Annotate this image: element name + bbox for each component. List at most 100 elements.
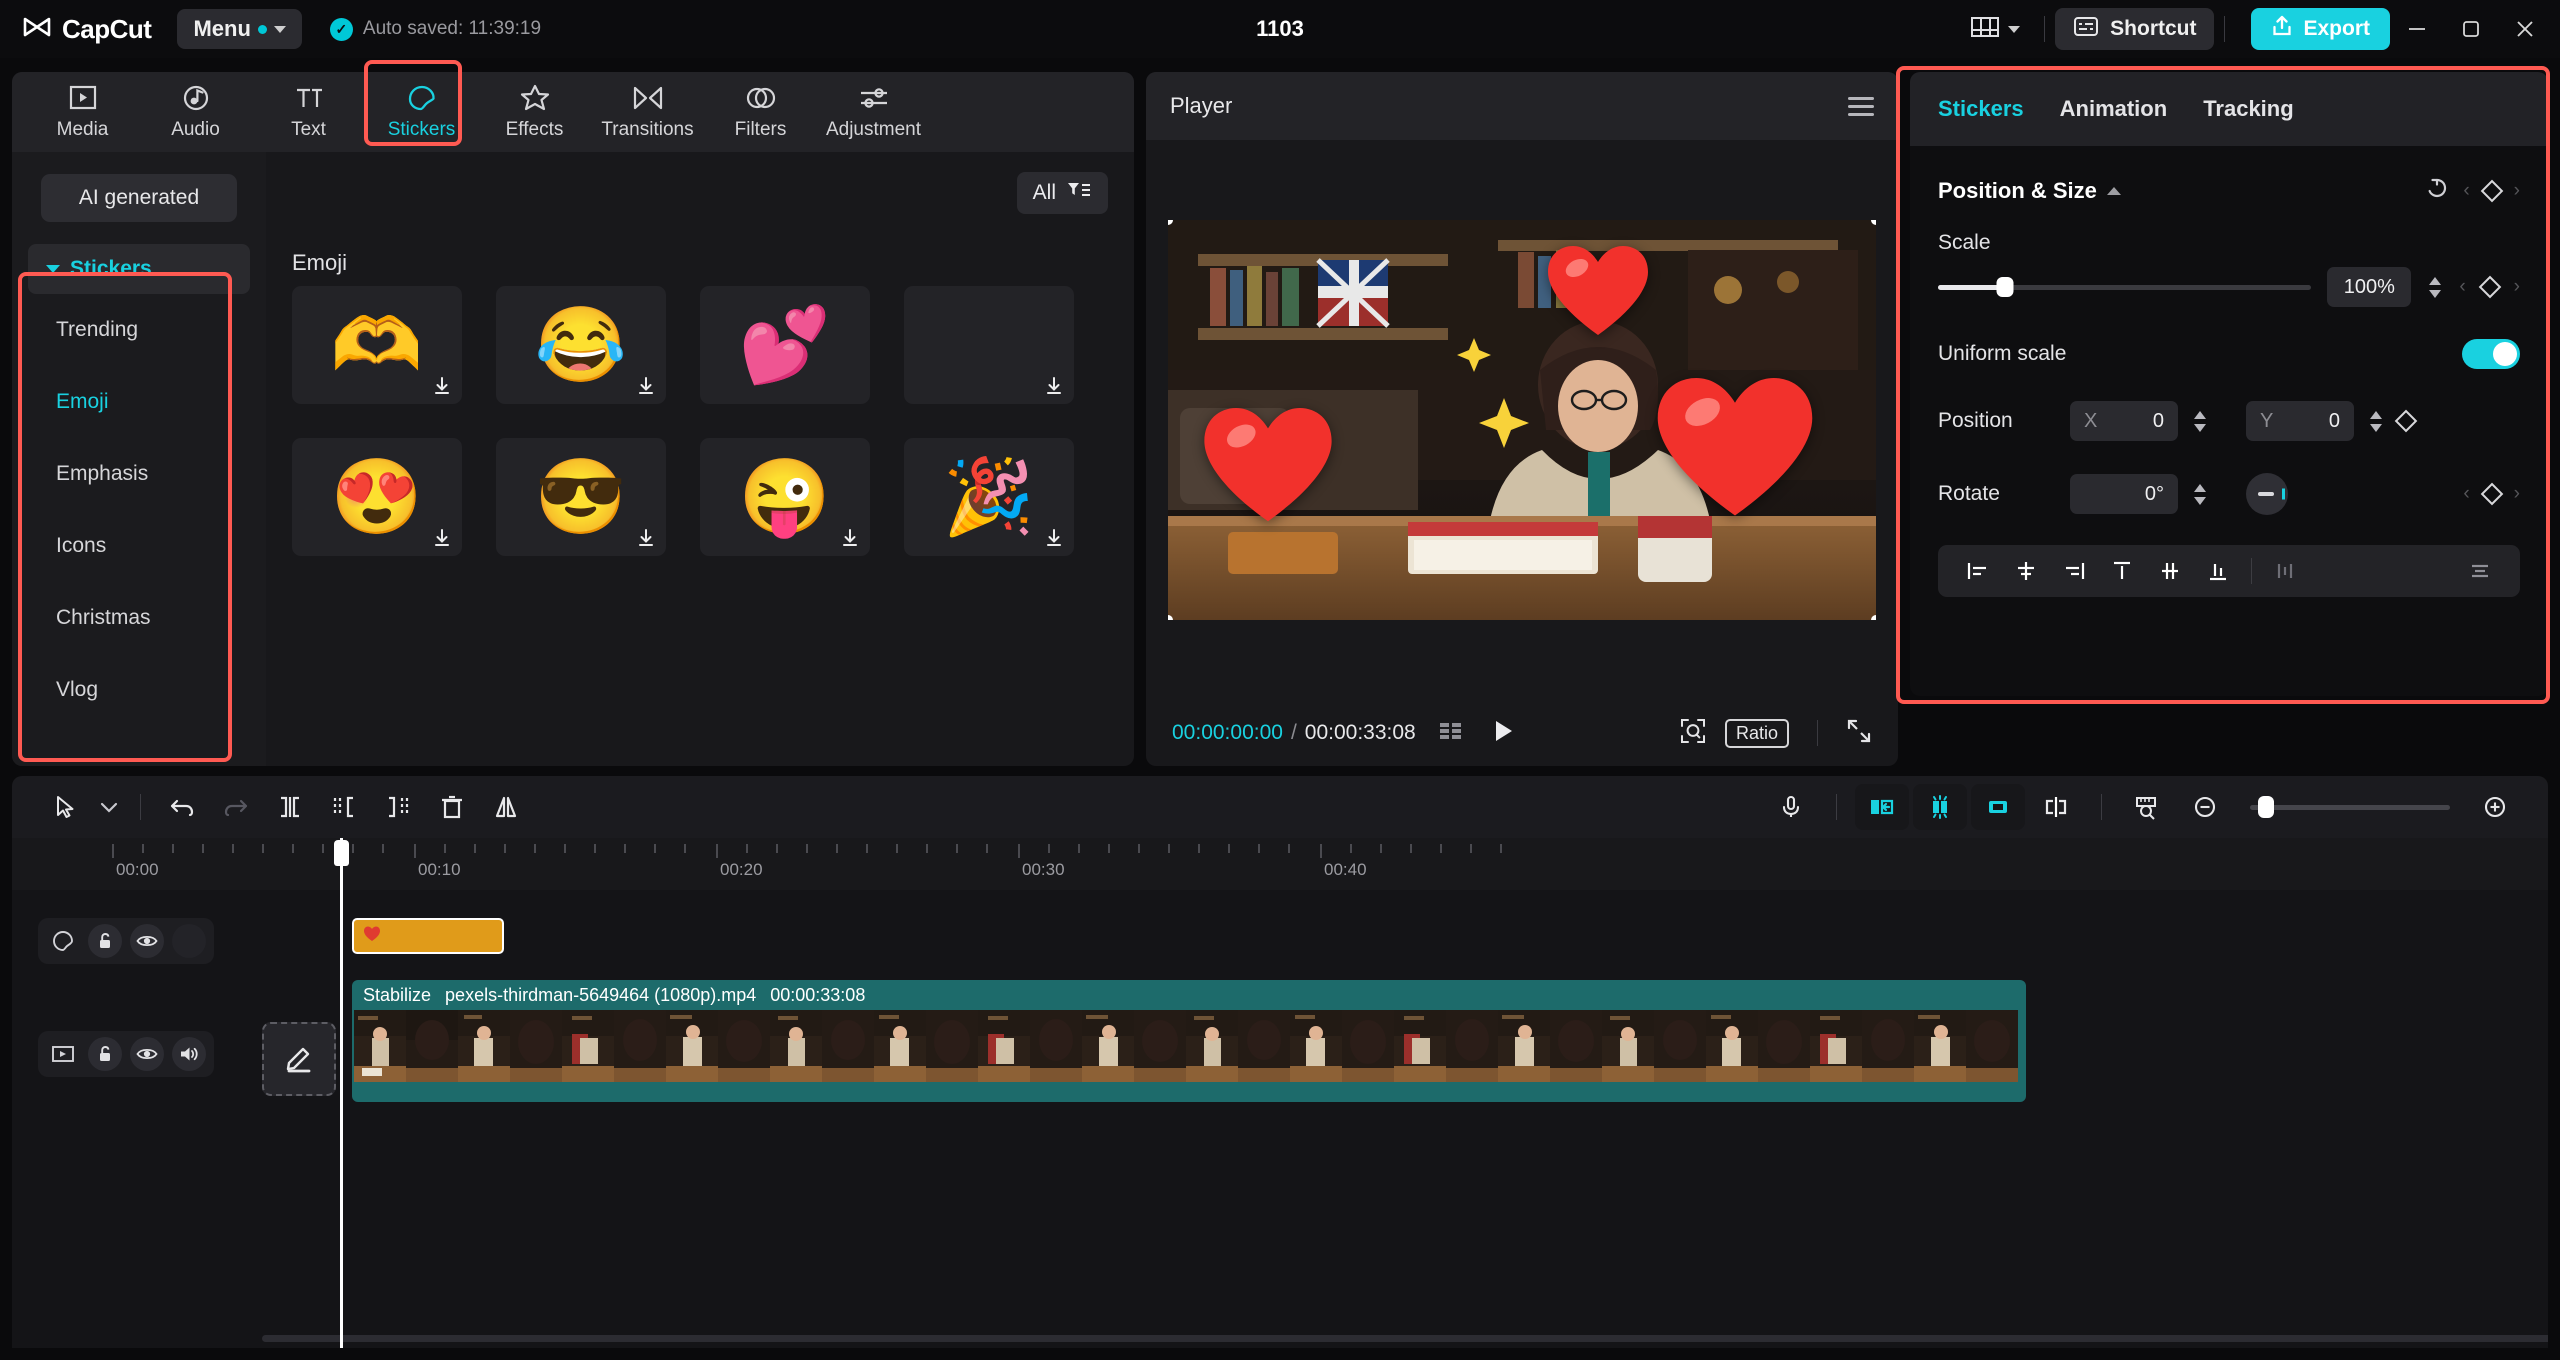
fullscreen-icon[interactable] (1846, 718, 1872, 749)
position-y-stepper[interactable] (2368, 410, 2384, 433)
sticker-track-icon[interactable] (46, 924, 80, 958)
sidebar-item-christmas[interactable]: Christmas (12, 582, 266, 654)
zoom-fit-icon[interactable] (1679, 717, 1707, 750)
tab-stickers-properties[interactable]: Stickers (1938, 96, 2024, 122)
crop-left-icon[interactable] (1855, 784, 1909, 830)
align-center-vertical-icon[interactable] (2146, 549, 2194, 593)
distribute-horizontal-icon[interactable] (2261, 549, 2309, 593)
scale-value-input[interactable]: 100% (2327, 267, 2412, 307)
download-icon[interactable] (635, 375, 657, 397)
sidebar-item-emphasis[interactable]: Emphasis (12, 438, 266, 510)
timeline-horizontal-scrollbar[interactable] (262, 1335, 2548, 1342)
ratio-button[interactable]: Ratio (1724, 718, 1789, 748)
position-x-stepper[interactable] (2192, 410, 2208, 433)
tab-transitions[interactable]: Transitions (591, 74, 704, 150)
freeze-icon[interactable] (1913, 784, 1967, 830)
sidebar-item-vlog[interactable]: Vlog (12, 654, 266, 726)
download-icon[interactable] (839, 527, 861, 549)
tab-animation[interactable]: Animation (2060, 96, 2168, 122)
maximize-button[interactable] (2444, 5, 2498, 53)
sticker-heart-eyes[interactable]: 😍 (292, 438, 462, 556)
sidebar-group-stickers[interactable]: Stickers (28, 244, 250, 294)
split-playhead-icon[interactable] (2029, 784, 2083, 830)
blank-icon[interactable] (172, 924, 206, 958)
zoom-slider[interactable] (2250, 796, 2450, 818)
selection-handle[interactable] (1871, 615, 1876, 620)
mirror-icon[interactable] (479, 784, 533, 830)
sidebar-item-trending[interactable]: Trending (12, 294, 266, 366)
uniform-scale-toggle[interactable] (2462, 339, 2520, 369)
keyframe-next-icon[interactable]: › (2514, 276, 2520, 298)
distribute-vertical-icon[interactable] (2456, 549, 2504, 593)
sticker-party-popper[interactable]: 🎉 (904, 438, 1074, 556)
playhead-handle[interactable] (334, 840, 349, 866)
shortcut-button[interactable]: Shortcut (2055, 8, 2215, 50)
download-icon[interactable] (1043, 527, 1065, 549)
tab-effects[interactable]: Effects (478, 74, 591, 150)
crop-right-icon[interactable] (1971, 784, 2025, 830)
align-left-icon[interactable] (1954, 549, 2002, 593)
sticker-joy[interactable]: 😂 (496, 286, 666, 404)
frames-icon[interactable] (1438, 719, 1464, 748)
lock-icon[interactable] (88, 924, 122, 958)
sticker-two-hearts[interactable]: 💕 (700, 286, 870, 404)
play-button[interactable] (1490, 718, 1516, 749)
keyframe-prev-icon[interactable]: ‹ (2463, 483, 2469, 505)
align-right-icon[interactable] (2050, 549, 2098, 593)
tool-dropdown-caret-icon[interactable] (92, 784, 126, 830)
keyframe-diamond-icon[interactable] (2480, 482, 2503, 506)
volume-icon[interactable] (172, 1037, 206, 1071)
split-icon[interactable] (263, 784, 317, 830)
layout-switch-button[interactable] (1957, 15, 2034, 44)
video-clip[interactable]: Stabilize pexels-thirdman-5649464 (1080p… (352, 980, 2026, 1102)
download-icon[interactable] (431, 527, 453, 549)
align-bottom-icon[interactable] (2194, 549, 2242, 593)
keyframe-diamond-icon[interactable] (2480, 179, 2503, 202)
eye-icon[interactable] (130, 924, 164, 958)
scale-slider[interactable] (1938, 277, 2312, 297)
lock-icon[interactable] (88, 1037, 122, 1071)
eye-icon[interactable] (130, 1037, 164, 1071)
trim-end-icon[interactable] (371, 784, 425, 830)
delete-icon[interactable] (425, 784, 479, 830)
tab-adjustment[interactable]: Adjustment (817, 74, 930, 150)
zoom-out-icon[interactable] (2178, 784, 2232, 830)
keyframe-prev-icon[interactable]: ‹ (2459, 276, 2465, 298)
select-tool-icon[interactable] (38, 784, 92, 830)
keyframe-prev-icon[interactable]: ‹ (2463, 180, 2469, 202)
redo-icon[interactable] (209, 784, 263, 830)
sidebar-item-icons[interactable]: Icons (12, 510, 266, 582)
download-icon[interactable] (1043, 375, 1065, 397)
keyframe-next-icon[interactable]: › (2514, 483, 2520, 505)
heart-sticker[interactable] (1543, 240, 1653, 340)
edit-track-button[interactable] (262, 1022, 336, 1096)
tab-audio[interactable]: Audio (139, 74, 252, 150)
position-size-header[interactable]: Position & Size ‹ › (1938, 176, 2520, 205)
rotate-input[interactable]: 0° (2070, 474, 2178, 514)
heart-sticker[interactable] (1198, 400, 1338, 528)
reset-icon[interactable] (2425, 176, 2449, 205)
keyframe-next-icon[interactable]: › (2514, 180, 2520, 202)
filter-all-button[interactable]: All (1016, 172, 1108, 214)
keyframe-diamond-icon[interactable] (2394, 409, 2418, 433)
zoom-slider-knob[interactable] (2258, 796, 2274, 818)
rotate-stepper[interactable] (2192, 483, 2208, 506)
ai-generated-button[interactable]: AI generated (41, 174, 237, 222)
tab-text[interactable]: Text (252, 74, 365, 150)
sticker-heart-hands[interactable]: 🫶 (292, 286, 462, 404)
playhead[interactable] (340, 838, 343, 1348)
menu-button[interactable]: Menu (177, 9, 302, 49)
sticker-clip[interactable] (352, 918, 504, 954)
timeline-ruler[interactable]: 00:00 00:10 00:20 00:30 00:40 (12, 838, 2548, 890)
align-top-icon[interactable] (2098, 549, 2146, 593)
scale-stepper[interactable] (2427, 276, 2443, 299)
sticker-sunglasses[interactable]: 😎 (496, 438, 666, 556)
undo-icon[interactable] (155, 784, 209, 830)
tab-tracking[interactable]: Tracking (2203, 96, 2293, 122)
align-center-horizontal-icon[interactable] (2002, 549, 2050, 593)
heart-sticker[interactable] (1650, 368, 1820, 524)
tab-filters[interactable]: Filters (704, 74, 817, 150)
minimize-button[interactable] (2390, 5, 2444, 53)
position-y-input[interactable]: Y 0 (2246, 401, 2354, 441)
stabilize-badge[interactable]: Stabilize (356, 983, 438, 1008)
